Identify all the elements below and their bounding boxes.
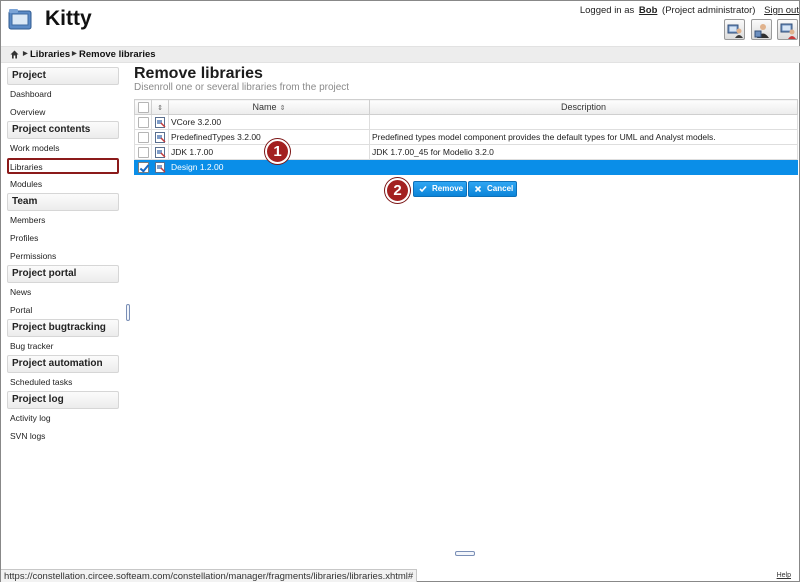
sidebar-item-scheduled-tasks[interactable]: Scheduled tasks <box>7 373 119 391</box>
sidebar-group-project-contents[interactable]: Project contents <box>7 121 119 139</box>
user-admin-icon <box>727 24 743 38</box>
username-link[interactable]: Bob <box>639 5 657 16</box>
user-monitor-button[interactable] <box>777 19 798 40</box>
user-admin-button[interactable] <box>724 19 745 40</box>
status-bar-url: https://constellation.circee.softeam.com… <box>1 569 418 582</box>
libraries-table: ⇕ Name ⇕ Description VCore 3.2.00 Predefi… <box>134 99 798 175</box>
breadcrumb: ▶ Libraries ▶ Remove libraries <box>1 46 800 63</box>
library-description: JDK 1.7.00_45 for Modelio 3.2.0 <box>369 144 798 160</box>
library-description <box>369 159 798 175</box>
sidebar-collapse-handle[interactable] <box>126 304 130 321</box>
sidebar-item-modules[interactable]: Modules <box>7 175 119 193</box>
sidebar-item-profiles[interactable]: Profiles <box>7 229 119 247</box>
close-icon <box>474 185 482 193</box>
library-icon <box>154 146 166 158</box>
home-icon[interactable] <box>10 50 19 59</box>
sidebar-item-work-models[interactable]: Work models <box>7 139 119 157</box>
row-checkbox-checked[interactable] <box>137 161 149 173</box>
breadcrumb-remove-libraries: Remove libraries <box>79 49 156 60</box>
sign-out-link[interactable]: Sign out <box>764 5 799 16</box>
folder-monitor-icon <box>8 9 32 30</box>
sidebar-item-members[interactable]: Members <box>7 211 119 229</box>
row-checkbox[interactable] <box>137 116 149 128</box>
library-name: Design 1.2.00 <box>168 159 370 175</box>
user-settings-button[interactable] <box>751 19 772 40</box>
header: Kitty Logged in as Bob (Project administ… <box>1 1 800 45</box>
logged-in-label: Logged in as <box>579 5 635 16</box>
user-monitor-icon <box>780 23 796 39</box>
callout-marker-2: 2 <box>385 178 410 203</box>
page-subtitle: Disenroll one or several libraries from … <box>134 82 350 93</box>
sidebar-group-team[interactable]: Team <box>7 193 119 211</box>
cancel-button[interactable]: Cancel <box>468 181 517 197</box>
sidebar-group-project-portal[interactable]: Project portal <box>7 265 119 283</box>
library-icon <box>154 116 166 128</box>
user-role: (Project administrator) <box>662 5 756 16</box>
column-header-description: Description <box>369 99 798 115</box>
sort-icon: ⇕ <box>157 105 163 112</box>
callout-marker-1: 1 <box>265 139 290 164</box>
breadcrumb-separator-icon: ▶ <box>23 51 28 57</box>
select-all-checkbox[interactable] <box>134 99 152 115</box>
library-icon <box>154 161 166 173</box>
bottom-panel-handle[interactable] <box>455 551 475 556</box>
table-row-selected[interactable]: Design 1.2.00 <box>134 159 798 175</box>
check-icon <box>419 185 427 193</box>
library-icon <box>154 131 166 143</box>
user-info: Logged in as Bob (Project administrator)… <box>580 5 799 16</box>
library-description <box>369 114 798 130</box>
library-description: Predefined types model component provide… <box>369 129 798 145</box>
row-checkbox[interactable] <box>137 146 149 158</box>
breadcrumb-libraries[interactable]: Libraries <box>30 49 70 60</box>
sidebar-item-portal[interactable]: Portal <box>7 301 119 319</box>
sidebar-group-project-automation[interactable]: Project automation <box>7 355 119 373</box>
sidebar-item-bug-tracker[interactable]: Bug tracker <box>7 337 119 355</box>
sidebar: Project Dashboard Overview Project conte… <box>7 67 119 445</box>
remove-button[interactable]: Remove <box>413 181 467 197</box>
sidebar-item-svn-logs[interactable]: SVN logs <box>7 427 119 445</box>
table-row[interactable]: PredefinedTypes 3.2.00 Predefined types … <box>134 129 798 145</box>
page-title: Remove libraries <box>134 65 263 82</box>
sidebar-group-project-log[interactable]: Project log <box>7 391 119 409</box>
help-link[interactable]: Help <box>777 572 791 579</box>
row-checkbox[interactable] <box>137 131 149 143</box>
checkbox-icon <box>137 101 149 113</box>
library-name: VCore 3.2.00 <box>168 114 370 130</box>
sort-icon: ⇕ <box>279 105 286 112</box>
sidebar-item-overview[interactable]: Overview <box>7 103 119 121</box>
sidebar-item-activity-log[interactable]: Activity log <box>7 409 119 427</box>
column-header-name[interactable]: Name ⇕ <box>168 99 370 115</box>
sidebar-item-news[interactable]: News <box>7 283 119 301</box>
remove-button-label: Remove <box>432 184 464 193</box>
cancel-button-label: Cancel <box>487 184 514 193</box>
column-name-label: Name <box>252 102 277 112</box>
sidebar-item-dashboard[interactable]: Dashboard <box>7 85 119 103</box>
sidebar-group-project[interactable]: Project <box>7 67 119 85</box>
sidebar-group-project-bugtracking[interactable]: Project bugtracking <box>7 319 119 337</box>
app-title: Kitty <box>45 7 92 30</box>
table-header-row: ⇕ Name ⇕ Description <box>134 99 798 115</box>
sidebar-item-permissions[interactable]: Permissions <box>7 247 119 265</box>
breadcrumb-separator-icon: ▶ <box>72 51 77 57</box>
table-row[interactable]: VCore 3.2.00 <box>134 114 798 130</box>
sidebar-item-libraries[interactable]: Libraries <box>7 158 119 174</box>
icon-column-sort[interactable]: ⇕ <box>151 99 169 115</box>
user-settings-icon <box>754 24 769 38</box>
table-row[interactable]: JDK 1.7.00 JDK 1.7.00_45 for Modelio 3.2… <box>134 144 798 160</box>
